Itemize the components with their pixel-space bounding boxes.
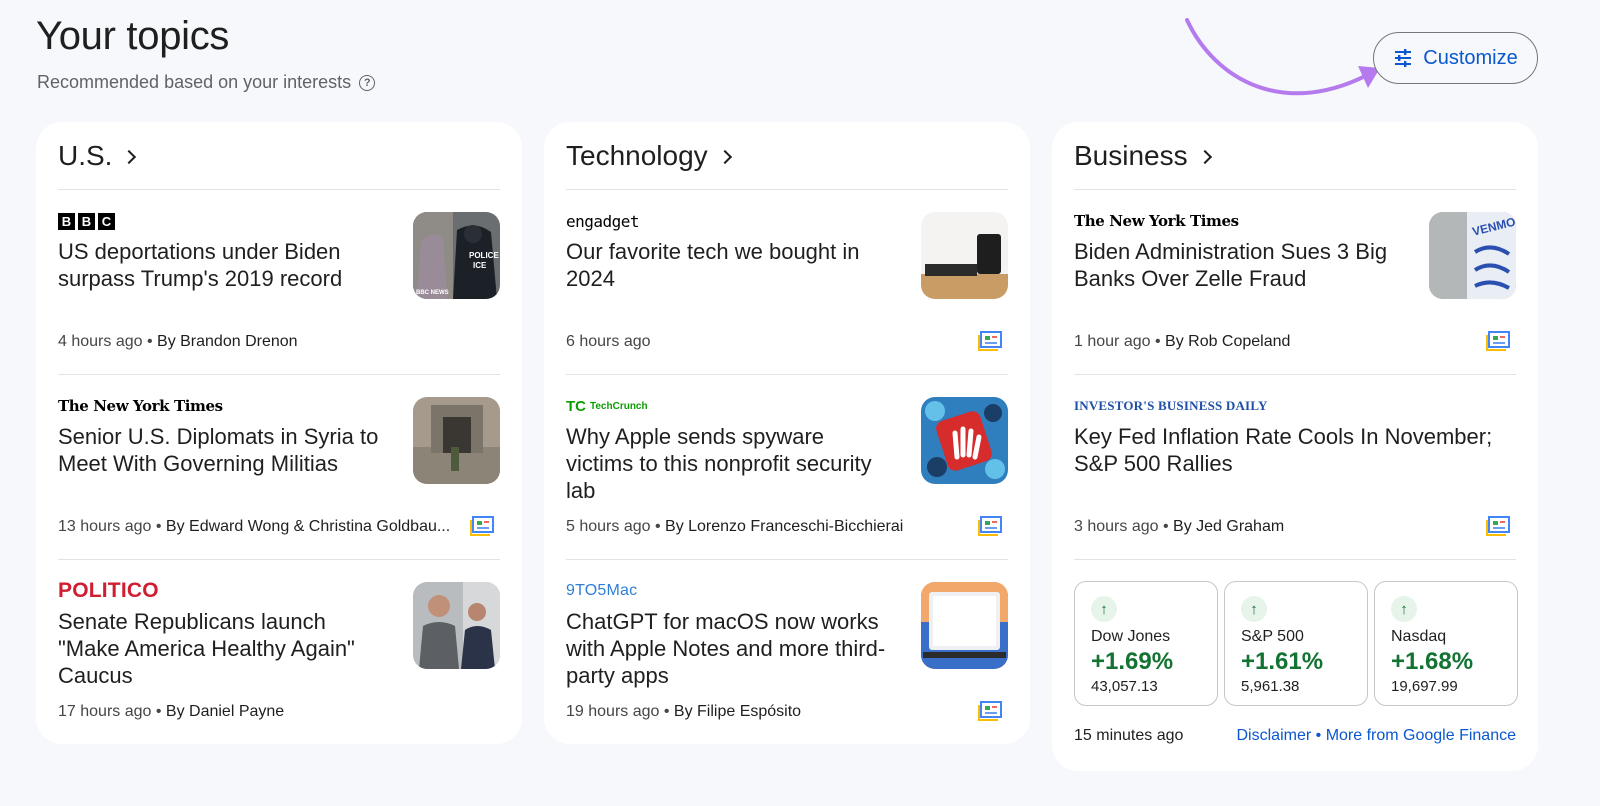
topic-card-business: Business The New York Times Biden Admini…: [1052, 122, 1538, 771]
source-logo-engadget: engadget: [566, 211, 640, 231]
market-name: Nasdaq: [1391, 628, 1447, 645]
story-meta: 13 hours ago • By Edward Wong & Christin…: [58, 518, 451, 535]
customize-label: Customize: [1423, 46, 1518, 69]
story-headline[interactable]: ChatGPT for macOS now works with Apple N…: [566, 608, 896, 689]
story-headline[interactable]: Why Apple sends spyware victims to this …: [566, 423, 896, 504]
annotation-arrow-icon: [1185, 18, 1380, 96]
market-value: 5,961.38: [1241, 678, 1300, 695]
topic-header-business[interactable]: Business: [1074, 122, 1516, 190]
story-meta: 6 hours ago: [566, 333, 651, 350]
story-thumbnail[interactable]: POLICE ICE BBC NEWS: [413, 212, 500, 299]
story-thumbnail[interactable]: [413, 582, 500, 669]
svg-text:BBC NEWS: BBC NEWS: [416, 290, 449, 296]
footer-separator: •: [1315, 727, 1322, 744]
source-logo-techcrunch: TC TechCrunch: [566, 397, 648, 415]
finance-updated: 15 minutes ago: [1074, 727, 1184, 744]
story-item[interactable]: engadget Our favorite tech we bought in …: [566, 190, 1008, 375]
source-logo-ibd: INVESTOR'S BUSINESS DAILY: [1074, 398, 1268, 413]
topic-header-technology[interactable]: Technology: [566, 122, 1008, 190]
story-meta: 1 hour ago • By Rob Copeland: [1074, 333, 1291, 350]
market-change: +1.61%: [1241, 648, 1324, 675]
arrow-up-icon: ↑: [1091, 596, 1117, 622]
market-change: +1.69%: [1091, 648, 1174, 675]
story-item[interactable]: 9TO5Mac ChatGPT for macOS now works with…: [566, 560, 1008, 745]
market-card-sp500[interactable]: ↑ S&P 500 +1.61% 5,961.38: [1224, 581, 1368, 706]
topic-card-us: U.S. BBC US deportations under Biden sur…: [36, 122, 522, 744]
source-logo-politico: POLITICO: [58, 579, 159, 602]
google-finance-link[interactable]: More from Google Finance: [1326, 727, 1516, 744]
subtitle-text: Recommended based on your interests: [37, 72, 352, 92]
story-headline[interactable]: Our favorite tech we bought in 2024: [566, 238, 896, 292]
chevron-right-icon: [1197, 149, 1212, 164]
market-value: 43,057.13: [1091, 678, 1158, 695]
story-meta: 5 hours ago • By Lorenzo Franceschi-Bicc…: [566, 518, 904, 535]
story-headline[interactable]: US deportations under Biden surpass Trum…: [58, 238, 388, 292]
arrow-up-icon: ↑: [1241, 596, 1267, 622]
svg-text:ICE: ICE: [473, 261, 487, 270]
market-summary: ↑ Dow Jones +1.69% 43,057.13 ↑ S&P 500 +…: [1074, 581, 1518, 706]
disclaimer-link[interactable]: Disclaimer: [1237, 727, 1312, 744]
story-item[interactable]: TC TechCrunch Why Apple sends spyware vic…: [566, 375, 1008, 560]
topic-title: U.S.: [58, 139, 113, 171]
chevron-right-icon: [717, 149, 732, 164]
story-item[interactable]: INVESTOR'S BUSINESS DAILY Key Fed Inflat…: [1074, 375, 1516, 560]
story-item[interactable]: BBC US deportations under Biden surpass …: [58, 190, 500, 375]
story-thumbnail[interactable]: [413, 397, 500, 484]
story-item[interactable]: The New York Times Senior U.S. Diplomats…: [58, 375, 500, 560]
tune-icon: [1395, 49, 1412, 67]
chevron-right-icon: [122, 149, 137, 164]
story-thumbnail[interactable]: [921, 397, 1008, 484]
market-change: +1.68%: [1391, 648, 1474, 675]
source-logo-9to5mac: 9TO5Mac: [566, 582, 638, 599]
page-subtitle: Recommended based on your interests ?: [37, 72, 376, 93]
story-thumbnail[interactable]: [921, 582, 1008, 669]
market-name: Dow Jones: [1091, 628, 1171, 645]
source-logo-nyt: The New York Times: [58, 397, 223, 415]
market-name: S&P 500: [1241, 628, 1304, 645]
topic-title: Business: [1074, 139, 1188, 171]
customize-button[interactable]: Customize: [1373, 32, 1538, 84]
source-logo-bbc: BBC: [58, 212, 115, 230]
page-title: Your topics: [36, 14, 230, 58]
topic-header-us[interactable]: U.S.: [58, 122, 500, 190]
market-value: 19,697.99: [1391, 678, 1458, 695]
full-coverage-icon[interactable]: [978, 516, 1002, 536]
finance-footer: 15 minutes ago Disclaimer • More from Go…: [1074, 727, 1516, 745]
story-headline[interactable]: Key Fed Inflation Rate Cools In November…: [1074, 423, 1494, 477]
arrow-up-icon: ↑: [1391, 596, 1417, 622]
full-coverage-icon[interactable]: [1486, 516, 1510, 536]
story-meta: 19 hours ago • By Filipe Espósito: [566, 703, 802, 720]
full-coverage-icon[interactable]: [978, 701, 1002, 721]
story-meta: 3 hours ago • By Jed Graham: [1074, 518, 1285, 535]
help-icon[interactable]: ?: [359, 74, 376, 91]
story-meta: 4 hours ago • By Brandon Drenon: [58, 333, 298, 350]
source-logo-nyt: The New York Times: [1074, 212, 1239, 230]
market-card-dow-jones[interactable]: ↑ Dow Jones +1.69% 43,057.13: [1074, 581, 1218, 706]
full-coverage-icon[interactable]: [1486, 331, 1510, 351]
market-card-nasdaq[interactable]: ↑ Nasdaq +1.68% 19,697.99: [1374, 581, 1518, 706]
story-thumbnail[interactable]: VENMO: [1429, 212, 1516, 299]
topic-card-technology: Technology engadget Our favorite tech we…: [544, 122, 1030, 744]
story-item[interactable]: POLITICO Senate Republicans launch "Make…: [58, 560, 500, 745]
topic-title: Technology: [566, 139, 708, 171]
story-meta: 17 hours ago • By Daniel Payne: [58, 703, 285, 720]
full-coverage-icon[interactable]: [978, 331, 1002, 351]
story-headline[interactable]: Senior U.S. Diplomats in Syria to Meet W…: [58, 423, 388, 477]
svg-text:POLICE: POLICE: [469, 251, 499, 260]
story-headline[interactable]: Biden Administration Sues 3 Big Banks Ov…: [1074, 238, 1404, 292]
story-item[interactable]: The New York Times Biden Administration …: [1074, 190, 1516, 375]
story-thumbnail[interactable]: [921, 212, 1008, 299]
story-headline[interactable]: Senate Republicans launch "Make America …: [58, 608, 388, 689]
full-coverage-icon[interactable]: [470, 516, 494, 536]
